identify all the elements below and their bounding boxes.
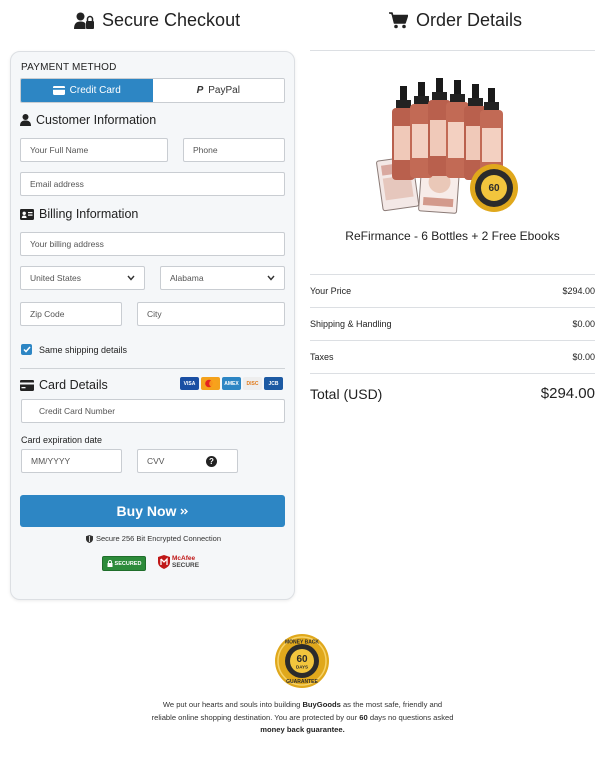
credit-card-icon	[20, 379, 34, 391]
mcafee-secure-badge: McAfee SECURE	[158, 555, 199, 569]
order-title: Order Details	[416, 10, 523, 30]
cart-icon	[389, 12, 408, 29]
billing-info-title: Billing Information	[20, 207, 138, 221]
secure-checkout-heading: Secure Checkout	[74, 10, 240, 31]
discover-icon: DISC	[243, 377, 262, 390]
customer-info-title: Customer Information	[20, 113, 156, 127]
payment-method-tabs: Credit Card P PayPal	[20, 78, 285, 103]
user-icon	[20, 114, 31, 126]
zip-code-input[interactable]: Zip Code	[20, 302, 122, 326]
ssl-secured-badge: SECURED	[102, 556, 146, 571]
city-input[interactable]: City	[137, 302, 285, 326]
mcafee-shield-icon	[158, 555, 170, 569]
expiration-label: Card expiration date	[21, 435, 103, 445]
jcb-icon: JCB	[264, 377, 283, 390]
footer-guarantee-text: We put our hearts and souls into buildin…	[151, 700, 454, 734]
svg-text:60: 60	[296, 654, 308, 665]
user-lock-icon	[74, 12, 94, 29]
same-shipping-row: Same shipping details	[21, 344, 127, 355]
svg-text:MONEY BACK: MONEY BACK	[285, 640, 319, 646]
checkout-form-card: PAYMENT METHOD Credit Card P PayPal Cust…	[10, 51, 295, 600]
cvv-input[interactable]: CVV ?	[137, 449, 238, 473]
same-shipping-checkbox[interactable]	[21, 344, 32, 355]
amex-icon: AMEX	[222, 377, 241, 390]
product-name: ReFirmance - 6 Bottles + 2 Free Ebooks	[345, 229, 560, 243]
card-number-input[interactable]: Credit Card Number	[21, 399, 285, 423]
page-title: Secure Checkout	[102, 10, 241, 30]
tab-credit-card[interactable]: Credit Card	[21, 79, 153, 102]
guarantee-seal: MONEY BACK 60 DAYS GUARANTEE	[275, 634, 329, 688]
buy-now-button[interactable]: Buy Now	[20, 495, 285, 527]
expiration-input[interactable]: MM/YYYY	[21, 449, 122, 473]
order-details-heading: Order Details	[389, 10, 522, 31]
order-top-divider	[310, 50, 595, 51]
product-image: 60	[376, 78, 518, 214]
credit-card-icon	[52, 86, 65, 95]
secure-connection-note: Secure 256 Bit Encrypted Connection	[11, 534, 296, 543]
money-back-seal-icon: 60	[470, 164, 518, 212]
lock-icon	[107, 560, 113, 567]
check-icon	[22, 346, 31, 353]
taxes-row: Taxes $0.00	[310, 340, 595, 373]
chevron-down-icon	[267, 275, 275, 281]
same-shipping-label: Same shipping details	[39, 344, 128, 355]
tab-paypal[interactable]: P PayPal	[152, 79, 284, 102]
price-row: Your Price $294.00	[310, 274, 595, 307]
id-card-icon	[20, 208, 34, 220]
svg-text:60: 60	[488, 183, 500, 194]
mastercard-icon	[201, 377, 220, 390]
shield-icon	[85, 534, 93, 543]
country-select[interactable]: United States	[20, 266, 145, 290]
card-details-title: Card Details	[20, 378, 108, 392]
email-input[interactable]: Email address	[20, 172, 285, 196]
phone-input[interactable]: Phone	[183, 138, 285, 162]
svg-text:DAYS: DAYS	[296, 665, 308, 670]
paypal-icon: P	[196, 85, 204, 96]
double-chevron-right-icon	[180, 508, 189, 514]
payment-method-label: PAYMENT METHOD	[21, 62, 117, 73]
shipping-row: Shipping & Handling $0.00	[310, 307, 595, 340]
svg-text:GUARANTEE: GUARANTEE	[286, 679, 318, 685]
state-select[interactable]: Alabama	[160, 266, 285, 290]
total-row: Total (USD) $294.00	[310, 373, 595, 413]
visa-icon: VISA	[180, 377, 199, 390]
full-name-input[interactable]: Your Full Name	[20, 138, 168, 162]
section-divider	[20, 368, 285, 369]
billing-address-input[interactable]: Your billing address	[20, 232, 285, 256]
chevron-down-icon	[127, 275, 135, 281]
help-icon[interactable]: ?	[206, 456, 217, 467]
card-brands: VISA AMEX DISC JCB	[180, 377, 283, 390]
